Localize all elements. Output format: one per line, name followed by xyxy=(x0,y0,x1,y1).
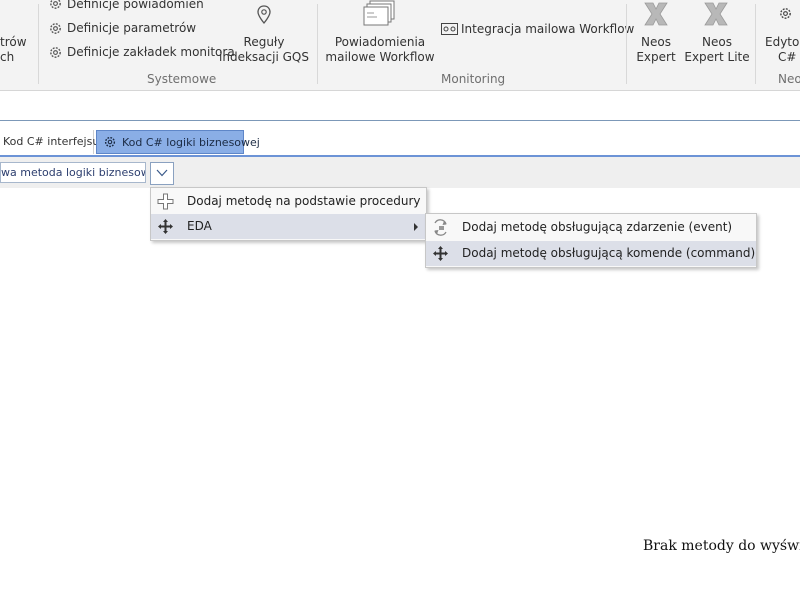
group-label-neos: Neo xyxy=(778,72,800,86)
plus-icon xyxy=(157,193,174,210)
neos-expert-lite-button[interactable]: Neos Expert Lite xyxy=(684,35,750,65)
edytor-line2: C# xyxy=(778,50,797,64)
menu-item-label: Dodaj metodę na podstawie procedury xyxy=(187,194,421,208)
ribbon-separator xyxy=(626,4,627,84)
neos-lite-line2: Expert Lite xyxy=(684,50,750,64)
menu-item-eda[interactable]: EDA xyxy=(151,214,426,239)
neos-expert-line1: Neos xyxy=(641,35,671,49)
tab-label: Kod C# interfejsu xyxy=(3,135,100,148)
move-icon xyxy=(433,246,448,261)
neos-expert-lite-icon xyxy=(704,2,728,26)
add-method-dropdown-button[interactable] xyxy=(150,162,174,185)
reguly-indeksacji-gqs-button[interactable]: Reguły indeksacji GQS xyxy=(214,35,314,65)
menu-item-add-event-handler[interactable]: Dodaj metodę obsługującą zdarzenie (even… xyxy=(426,215,756,240)
method-combo[interactable]: wa metoda logiki biznesowej xyxy=(0,162,146,183)
title-band xyxy=(0,94,800,121)
event-icon xyxy=(434,219,447,236)
gqs-line1: Reguły xyxy=(243,35,285,49)
definicje-zakladek-monitora-button[interactable]: Definicje zakładek monitora xyxy=(67,45,235,59)
menu-item-label: EDA xyxy=(187,219,212,233)
definicje-parametrow-button[interactable]: Definicje parametrów xyxy=(67,21,196,35)
ribbon-separator xyxy=(38,4,39,84)
group-label-monitoring: Monitoring xyxy=(441,72,506,86)
menu-item-add-from-procedure[interactable]: Dodaj metodę na podstawie procedury xyxy=(151,189,426,214)
neos-expert-line2: Expert xyxy=(636,50,676,64)
ribbon-cut-button-top[interactable]: trów xyxy=(0,35,27,49)
location-pin-icon xyxy=(257,5,271,24)
gear-icon xyxy=(50,23,61,34)
chevron-down-icon xyxy=(156,169,168,177)
submenu-arrow-icon xyxy=(414,223,418,231)
gqs-line2: indeksacji GQS xyxy=(219,50,309,64)
group-label-systemowe: Systemowe xyxy=(147,72,217,86)
menu-item-add-command-handler[interactable]: Dodaj metodę obsługującą komende (comman… xyxy=(426,241,756,266)
tab-kod-interfejsu[interactable]: Kod C# interfejsu xyxy=(0,130,99,154)
gear-icon xyxy=(50,0,61,9)
definicje-powiadomien-button[interactable]: Definicje powiadomień xyxy=(67,0,204,11)
edytor-csharp-button[interactable]: Edytor C# xyxy=(765,35,800,65)
gear-icon xyxy=(104,136,116,148)
powiadomienia-line2: mailowe Workflow xyxy=(325,50,435,64)
tab-label: Kod C# logiki biznesowej xyxy=(122,136,260,149)
menu-item-label: Dodaj metodę obsługującą komende (comman… xyxy=(462,246,756,260)
ribbon-separator xyxy=(755,4,756,84)
move-icon xyxy=(158,219,173,234)
integracja-mailowa-workflow-button[interactable]: Integracja mailowa Workflow xyxy=(461,22,634,36)
mail-stack-icon xyxy=(363,0,395,26)
ribbon-separator xyxy=(317,4,318,84)
empty-method-message: Brak metody do wyświe xyxy=(643,538,800,554)
method-combo-text: wa metoda logiki biznesowej xyxy=(1,166,146,179)
powiadomienia-line1: Powiadomienia xyxy=(334,35,426,49)
add-method-menu: Dodaj metodę na podstawie procedury EDA xyxy=(150,187,427,241)
ribbon-cut-button-bottom[interactable]: ch xyxy=(0,50,14,64)
neos-expert-button[interactable]: Neos Expert xyxy=(631,35,681,65)
gear-icon xyxy=(50,47,61,58)
menu-item-label: Dodaj metodę obsługującą zdarzenie (even… xyxy=(462,220,733,234)
cassette-icon xyxy=(441,23,458,35)
tab-kod-logiki-biznesowej[interactable]: Kod C# logiki biznesowej xyxy=(96,130,260,154)
neos-expert-icon xyxy=(644,2,668,26)
powiadomienia-mailowe-workflow-button[interactable]: Powiadomienia mailowe Workflow xyxy=(325,35,435,65)
eda-submenu: Dodaj metodę obsługującą zdarzenie (even… xyxy=(425,213,757,268)
neos-lite-line1: Neos xyxy=(702,35,732,49)
gear-icon xyxy=(780,8,791,19)
edytor-line1: Edytor xyxy=(765,35,800,49)
